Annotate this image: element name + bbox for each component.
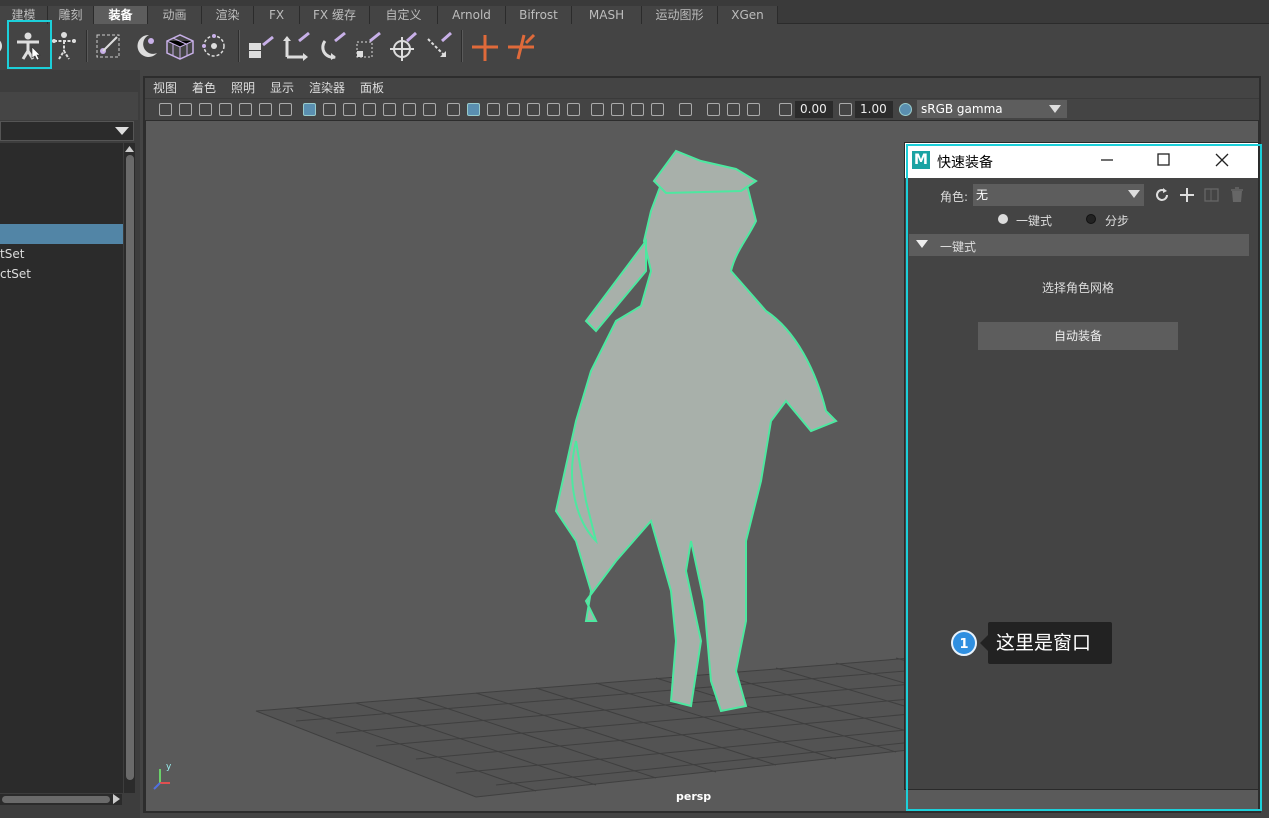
character-wireframe: [554, 149, 838, 713]
outliner-item[interactable]: ctSet: [0, 264, 123, 284]
motion-blur-icon[interactable]: [611, 103, 624, 116]
viewport-menu-bar: 视图 着色 照明 显示 渲染器 面板: [145, 78, 1259, 98]
shelf-tab-fx[interactable]: FX: [254, 6, 300, 24]
outliner-header: [0, 92, 138, 120]
callout-text: 这里是窗口: [980, 622, 1112, 664]
menu-lighting[interactable]: 照明: [231, 78, 255, 98]
menu-panels[interactable]: 面板: [360, 78, 384, 98]
exposure-field[interactable]: 0.00: [795, 101, 833, 118]
window-highlight-outline: [906, 144, 1262, 811]
pole-vector-constraint-icon[interactable]: [422, 29, 456, 63]
screen-space-ao-icon[interactable]: [591, 103, 604, 116]
shelf-tab-sculpting[interactable]: 雕刻: [48, 6, 94, 24]
ik-spline-handle-icon[interactable]: [504, 29, 538, 63]
outliner-item[interactable]: tSet: [0, 244, 123, 264]
gamma-icon[interactable]: [839, 103, 852, 116]
textured-icon[interactable]: [527, 103, 540, 116]
callout-number-badge: 1: [951, 630, 977, 656]
safe-action-icon[interactable]: [403, 103, 416, 116]
shelf-tab-bar: 建模 雕刻 装备 动画 渲染 FX FX 缓存 自定义 Arnold Bifro…: [0, 0, 1269, 24]
depth-of-field-icon[interactable]: [651, 103, 664, 116]
cluster-icon[interactable]: [197, 29, 231, 63]
use-default-material-icon[interactable]: [487, 103, 500, 116]
select-camera-icon[interactable]: [159, 103, 172, 116]
outliner-filter-dropdown[interactable]: [0, 121, 134, 141]
exposure-icon[interactable]: [779, 103, 792, 116]
shelf-tab-custom[interactable]: 自定义: [370, 6, 438, 24]
resolution-gate-icon[interactable]: [343, 103, 356, 116]
wireframe-on-shaded-icon[interactable]: [507, 103, 520, 116]
bind-skin-icon[interactable]: [129, 29, 163, 63]
shelf-separator: [238, 30, 240, 62]
scroll-up-icon[interactable]: [125, 146, 134, 152]
gate-mask-icon[interactable]: [363, 103, 376, 116]
shelf-tab-fx-cache[interactable]: FX 缓存: [300, 6, 370, 24]
field-chart-icon[interactable]: [383, 103, 396, 116]
menu-renderer[interactable]: 渲染器: [309, 78, 345, 98]
color-space-value: sRGB gamma: [921, 102, 1003, 116]
lattice-icon[interactable]: [163, 29, 197, 63]
scroll-right-icon[interactable]: [113, 794, 120, 804]
use-all-lights-icon[interactable]: [547, 103, 560, 116]
camera-attributes-icon[interactable]: [179, 103, 192, 116]
shelf-tab-animation[interactable]: 动画: [148, 6, 202, 24]
color-space-dropdown[interactable]: sRGB gamma: [917, 100, 1067, 118]
outliner-list: tSet ctSet: [0, 143, 123, 793]
outliner-scroll-thumb[interactable]: [126, 155, 134, 780]
point-constraint-icon[interactable]: [281, 29, 315, 63]
scale-constraint-icon[interactable]: [352, 29, 386, 63]
smooth-shade-icon[interactable]: [467, 103, 480, 116]
xray-icon[interactable]: [707, 103, 720, 116]
chevron-down-icon: [1049, 105, 1061, 113]
ik-handle-icon[interactable]: [468, 29, 502, 63]
shelf-tab-arnold[interactable]: Arnold: [438, 6, 506, 24]
axis-label: y: [166, 762, 172, 772]
bookmark-icon[interactable]: [199, 103, 212, 116]
grid-icon[interactable]: [303, 103, 316, 116]
menu-view[interactable]: 视图: [153, 78, 177, 98]
shelf-tab-rendering[interactable]: 渲染: [202, 6, 254, 24]
film-gate-icon[interactable]: [323, 103, 336, 116]
outliner-hscroll-thumb[interactable]: [2, 796, 110, 803]
shelf-separator: [461, 30, 463, 62]
quick-rig-highlight: [7, 20, 52, 69]
gamma-field[interactable]: 1.00: [855, 101, 893, 118]
wireframe-icon[interactable]: [447, 103, 460, 116]
axis-indicator: y: [153, 762, 172, 790]
isolate-select-icon[interactable]: [679, 103, 692, 116]
camera-label: persp: [676, 790, 712, 803]
orient-constraint-icon[interactable]: [317, 29, 351, 63]
xray-active-components-icon[interactable]: [727, 103, 740, 116]
multisample-aa-icon[interactable]: [631, 103, 644, 116]
2d-pan-zoom-icon[interactable]: [239, 103, 252, 116]
shelf-tab-mash[interactable]: MASH: [572, 6, 642, 24]
grease-pencil-options-icon[interactable]: [279, 103, 292, 116]
aim-constraint-icon[interactable]: [387, 29, 421, 63]
rigging-shelf: [0, 24, 1269, 70]
shelf-separator: [86, 30, 88, 62]
menu-shading[interactable]: 着色: [192, 78, 216, 98]
color-management-toggle-icon[interactable]: [899, 103, 912, 116]
shelf-tab-rigging[interactable]: 装备: [94, 6, 148, 24]
shadows-icon[interactable]: [567, 103, 580, 116]
chevron-down-icon: [115, 127, 129, 135]
xray-joints-icon[interactable]: [747, 103, 760, 116]
shelf-tab-motion-graphics[interactable]: 运动图形: [642, 6, 718, 24]
image-plane-icon[interactable]: [219, 103, 232, 116]
parent-constraint-icon[interactable]: [245, 29, 279, 63]
outliner-item-selected[interactable]: [0, 224, 123, 244]
create-joints-icon[interactable]: [93, 29, 127, 63]
menu-show[interactable]: 显示: [270, 78, 294, 98]
grease-pencil-icon[interactable]: [259, 103, 272, 116]
safe-title-icon[interactable]: [423, 103, 436, 116]
shelf-tab-xgen[interactable]: XGen: [718, 6, 778, 24]
human-ik-icon[interactable]: [47, 29, 81, 63]
shelf-tab-bifrost[interactable]: Bifrost: [506, 6, 572, 24]
viewport-toolbar: 0.00 1.00: [145, 98, 1259, 120]
